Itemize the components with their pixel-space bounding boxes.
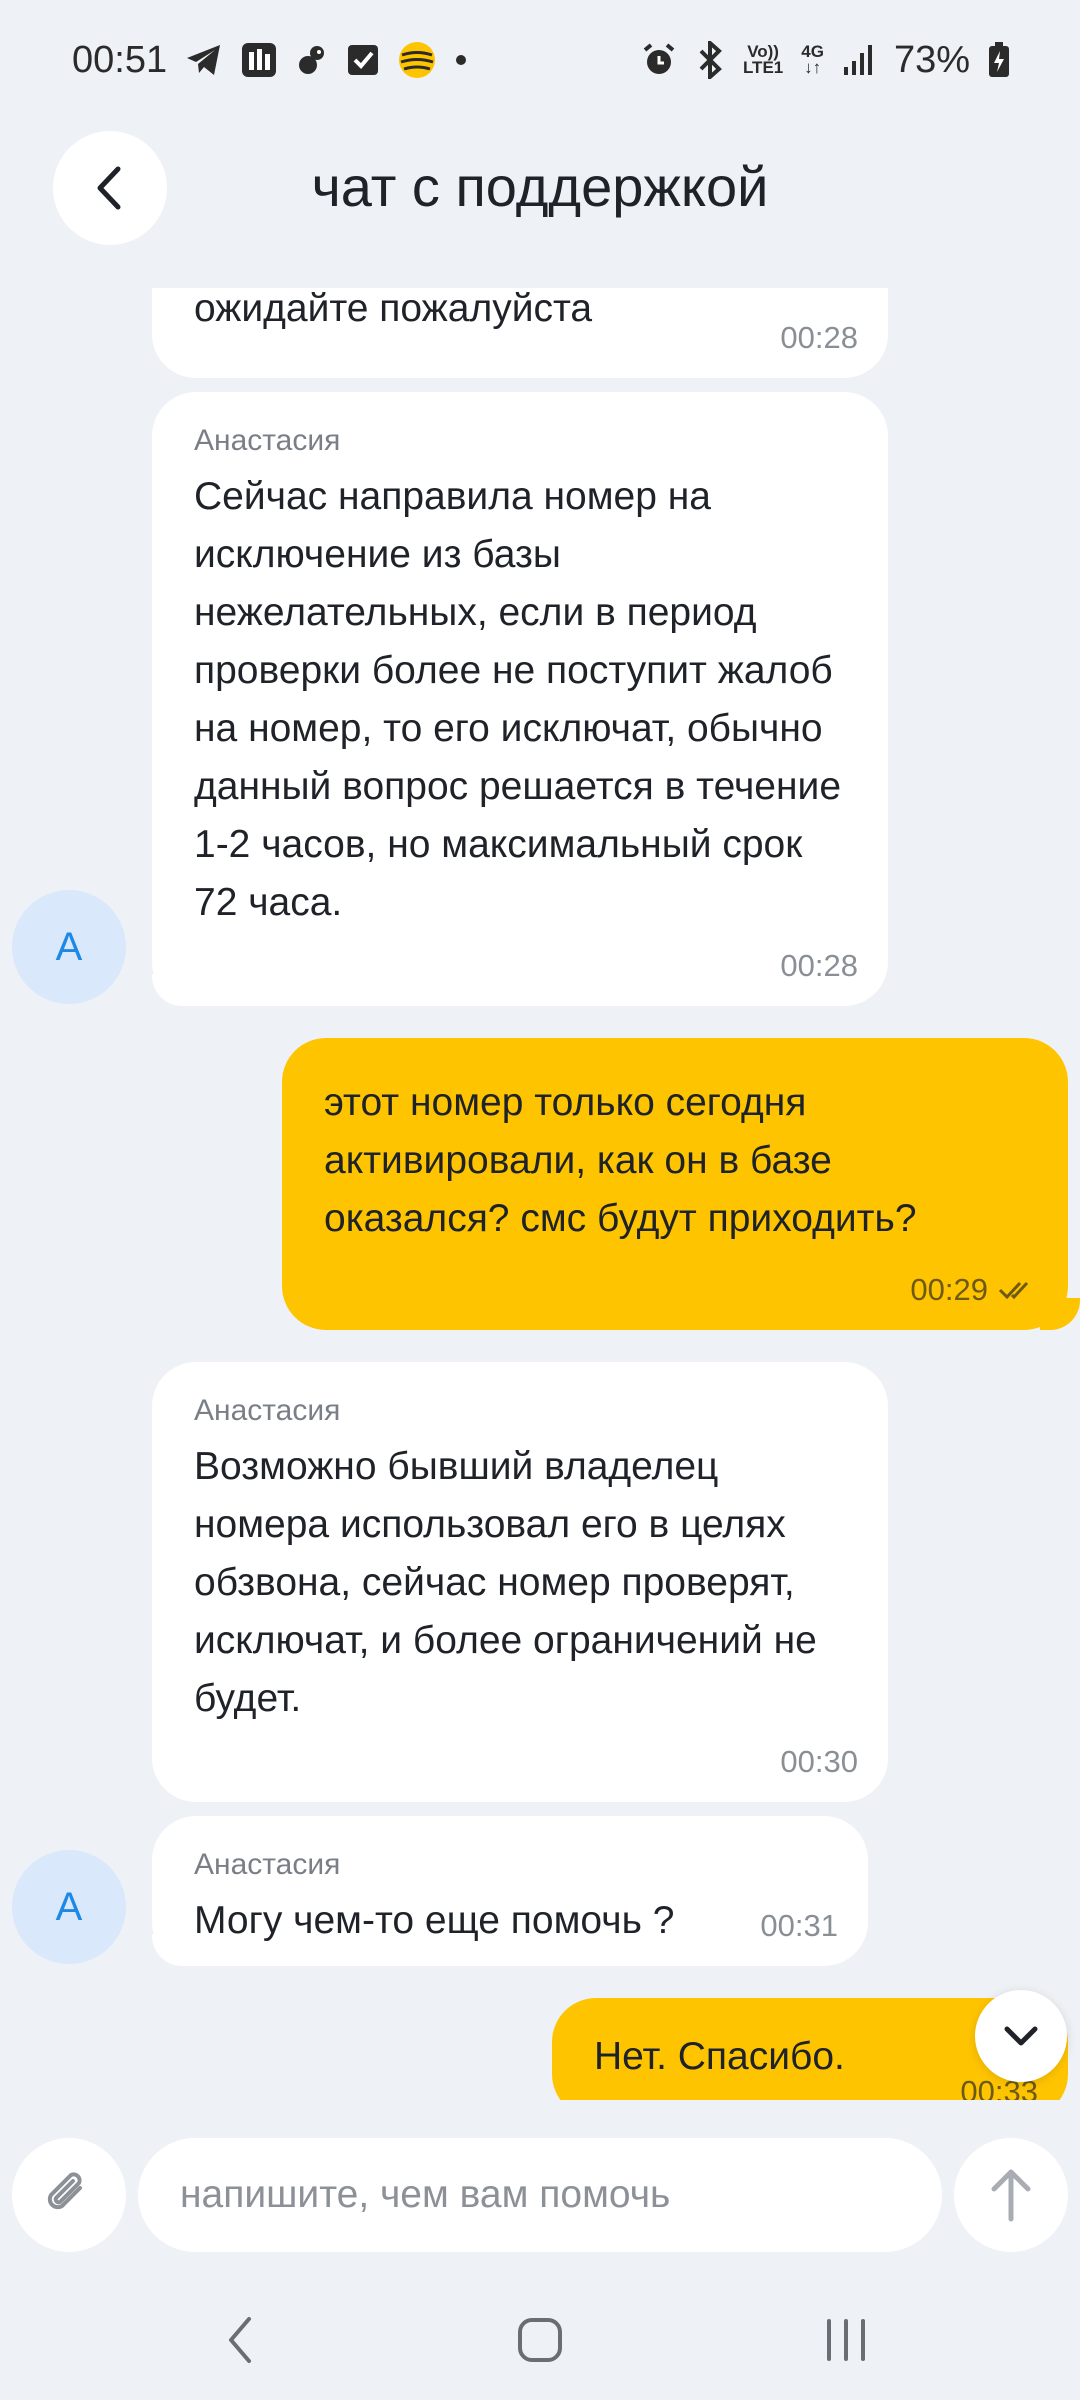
message-bubble-incoming[interactable]: Анастасия Могу чем-то еще помочь ? 00:31 bbox=[152, 1816, 868, 1966]
message-bubble-incoming[interactable]: Анастасия Сейчас направила номер на искл… bbox=[152, 392, 888, 1006]
telegram-icon bbox=[185, 43, 223, 77]
dot-icon bbox=[455, 54, 467, 66]
message-time-row: 00:29 bbox=[910, 1272, 1038, 1308]
message-bubble-incoming[interactable]: ожидайте пожалуйста 00:28 bbox=[152, 288, 888, 378]
signal-icon bbox=[842, 43, 876, 77]
alarm-icon bbox=[641, 42, 677, 78]
status-bar: 00:51 Vo)) LTE1 4G ↓↑ 73% bbox=[0, 0, 1080, 120]
message-time: 00:30 bbox=[780, 1744, 858, 1779]
lte-label: LTE1 bbox=[742, 58, 784, 77]
message-sender: Анастасия bbox=[194, 1848, 341, 1881]
avatar: А bbox=[12, 1850, 126, 1964]
checkbox-icon bbox=[347, 44, 379, 76]
4g-icon: 4G ↓↑ bbox=[801, 42, 824, 77]
page-title: чат с поддержкой bbox=[311, 155, 769, 218]
volte-icon: Vo)) LTE1 bbox=[742, 43, 784, 77]
send-button[interactable] bbox=[954, 2138, 1068, 2252]
message-composer bbox=[0, 2120, 1080, 2270]
message-text: этот номер только сегодня активировали, … bbox=[324, 1081, 917, 1240]
attach-button[interactable] bbox=[12, 2138, 126, 2252]
chat-messages[interactable]: ожидайте пожалуйста 00:28 Анастасия Сейч… bbox=[0, 288, 1080, 2100]
4g-label: 4G bbox=[801, 42, 824, 61]
nav-home-button[interactable] bbox=[490, 2300, 590, 2380]
double-check-icon bbox=[998, 1281, 1029, 1300]
system-nav-bar bbox=[0, 2270, 1080, 2400]
paperclip-icon bbox=[47, 2172, 82, 2210]
message-time: 00:28 bbox=[780, 320, 858, 355]
avatar: А bbox=[12, 890, 126, 1004]
message-bubble-incoming[interactable]: Анастасия Возможно бывший владелец номер… bbox=[152, 1362, 888, 1802]
battery-percent: 73% bbox=[893, 38, 970, 81]
squirrel-icon bbox=[295, 43, 329, 77]
message-text: Могу чем-то еще помочь ? bbox=[194, 1899, 675, 1942]
scroll-down-button[interactable] bbox=[975, 1990, 1067, 2082]
bubble-tail bbox=[152, 1934, 192, 1966]
nav-home-icon bbox=[518, 2318, 562, 2362]
message-text: Возможно бывший владелец номера использо… bbox=[194, 1445, 817, 1720]
message-text: ожидайте пожалуйста bbox=[194, 288, 593, 330]
nav-back-button[interactable] bbox=[190, 2300, 290, 2380]
chat-header: чат с поддержкой bbox=[0, 120, 1080, 260]
status-left: 00:51 bbox=[72, 39, 467, 82]
nav-recents-icon bbox=[827, 2319, 865, 2361]
message-bubble-outgoing[interactable]: этот номер только сегодня активировали, … bbox=[282, 1038, 1068, 1330]
chevron-down-icon bbox=[1004, 2026, 1038, 2046]
message-sender: Анастасия bbox=[194, 1394, 341, 1427]
app-icon bbox=[241, 42, 277, 78]
status-time: 00:51 bbox=[72, 38, 168, 81]
message-sender: Анастасия bbox=[194, 424, 341, 457]
message-input[interactable] bbox=[138, 2138, 942, 2252]
message-text: Сейчас направила номер на исключение из … bbox=[194, 475, 842, 924]
bubble-tail bbox=[152, 974, 192, 1006]
bubble-tail bbox=[1040, 1298, 1080, 1330]
message-time: 00:31 bbox=[760, 1908, 838, 1943]
bluetooth-icon bbox=[695, 41, 725, 79]
message-time: 00:28 bbox=[780, 948, 858, 983]
nav-recents-button[interactable] bbox=[796, 2300, 896, 2380]
status-right: Vo)) LTE1 4G ↓↑ 73% bbox=[641, 39, 1010, 82]
battery-icon bbox=[988, 42, 1010, 78]
nav-back-icon bbox=[229, 2317, 251, 2363]
arrow-up-icon bbox=[991, 2169, 1031, 2222]
beeline-icon bbox=[397, 40, 437, 80]
message-time: 00:29 bbox=[910, 1272, 988, 1307]
